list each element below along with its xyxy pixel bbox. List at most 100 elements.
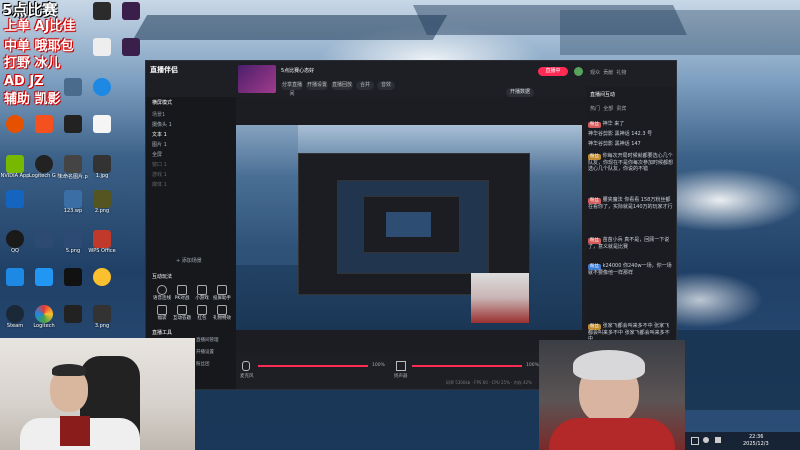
wp-file-icon[interactable]: 123.wp — [58, 190, 88, 214]
overlay-jungle: 打野 冰儿 — [4, 56, 61, 71]
desktop-icon[interactable] — [29, 115, 59, 133]
preview-webcam — [471, 273, 529, 323]
clock-date[interactable]: 2025/12/3 — [743, 441, 769, 447]
tool-minigame[interactable]: 小游戏 — [192, 285, 212, 301]
source-item[interactable]: 文本 1 — [152, 131, 232, 139]
nvidia-app-icon[interactable]: NVIDIA App — [0, 155, 30, 179]
webcam-feed-left — [0, 338, 195, 450]
mode-selector[interactable]: 横屏模式 — [152, 99, 172, 106]
overlay-mid-lane: 中单 哦耶包 — [4, 39, 74, 54]
preview-desktop-icons — [236, 125, 298, 265]
desktop-icon[interactable] — [58, 268, 88, 286]
merge-button[interactable]: 合并 — [356, 81, 374, 90]
chat-message: 神华谷剪影 黑神话 142.3 号 — [588, 131, 653, 137]
replay-button[interactable]: 直播回放 — [331, 81, 353, 90]
tool-quiz[interactable]: 互动答题 — [172, 305, 192, 321]
nested-canvas — [337, 180, 489, 274]
speaker-icon[interactable] — [396, 361, 406, 371]
audience-tabs[interactable]: 观众 贡献 礼物 — [590, 69, 626, 76]
app-logo: 直播伴侣 — [150, 66, 178, 74]
tools-header: 互动玩法 — [152, 274, 173, 280]
tool-redpacket[interactable]: 红包 — [192, 305, 212, 321]
chat-message: 神华谷剪影 黑神话 147 — [588, 141, 641, 147]
logitech-icon[interactable]: Logitech — [29, 305, 59, 329]
settings-button[interactable]: 开播设置 — [306, 81, 328, 90]
live-title[interactable]: 5点比赛心态好 — [281, 67, 314, 74]
live-status-badge[interactable]: 直播中 — [538, 67, 568, 76]
avatar[interactable] — [574, 67, 583, 76]
desktop-icon[interactable] — [0, 115, 30, 133]
desktop-icon[interactable] — [29, 230, 59, 248]
desktop-icon[interactable] — [116, 2, 146, 20]
mic-icon[interactable] — [242, 361, 250, 371]
shield-app-icon[interactable] — [0, 190, 30, 208]
image-file-icon[interactable]: 未命名图片.png — [58, 155, 88, 180]
desktop-icon[interactable] — [87, 115, 117, 133]
mic-volume-slider[interactable] — [258, 365, 368, 367]
tool-gift-effects[interactable]: 礼物特效 — [212, 305, 232, 321]
tool-voice[interactable]: 语音连线 — [152, 285, 172, 301]
image-file-icon[interactable]: 2.png — [87, 190, 117, 214]
source-item[interactable]: 全屏 — [152, 151, 232, 159]
chevron-up-icon[interactable] — [691, 437, 699, 445]
source-item[interactable]: 游戏 1 — [152, 171, 232, 179]
overlay-top-lane: 上单 AJ比佳 — [4, 19, 76, 34]
source-item[interactable]: 摄像头 1 — [152, 121, 232, 129]
desktop-icon[interactable] — [87, 2, 117, 20]
desktop-icon[interactable] — [58, 115, 88, 133]
volume-icon[interactable] — [715, 437, 721, 443]
taskbar-tray: 22:36 2025/12/3 — [685, 432, 800, 450]
audio-controls: 麦克风 100% 扬声器 100% — [236, 353, 586, 389]
quick-tool[interactable]: 粉丝团 — [196, 361, 210, 367]
steam-icon[interactable]: Steam — [0, 305, 30, 329]
quick-tool[interactable]: 直播间管理 — [196, 337, 219, 343]
desktop-icon[interactable] — [58, 78, 88, 96]
nvidia-icon — [6, 155, 24, 173]
logitech-ghub-icon[interactable]: Logitech G HUB — [29, 155, 59, 179]
desktop-icon[interactable] — [87, 268, 117, 286]
webcam-feed-right — [539, 340, 685, 450]
red-shirt — [549, 418, 675, 450]
source-item[interactable]: 图片 1 — [152, 141, 232, 149]
chat-subtabs[interactable]: 热门 全部 贵宾 — [590, 105, 626, 112]
wps-office-icon[interactable]: WPS Office — [87, 230, 117, 254]
desktop-icon[interactable] — [87, 38, 117, 56]
quick-tools-header: 直播工具 — [152, 330, 173, 336]
sound-effect-button[interactable]: 音效 — [377, 81, 395, 90]
qq-icon[interactable]: QQ — [0, 230, 30, 254]
quick-tool[interactable]: 开播设置 — [196, 349, 214, 355]
desktop-icon[interactable] — [116, 38, 146, 56]
chat-message: 粉丝 你每次开局时候就都要选心几个队友，你现在不是你每次参加时候都想选心几个队友… — [588, 153, 674, 172]
image-file-icon[interactable]: 1.jpg — [87, 155, 117, 179]
speaker-volume-slider[interactable] — [412, 365, 522, 367]
stream-preview[interactable] — [236, 125, 582, 330]
overlay-adc: AD JZ — [4, 74, 44, 89]
network-icon[interactable] — [703, 437, 709, 443]
overlay-title: 5点比赛 — [2, 1, 58, 19]
desktop-icon[interactable] — [58, 305, 88, 323]
image-file-icon[interactable]: 5.png — [58, 230, 88, 254]
stats-button[interactable]: 开播数据 — [506, 88, 534, 97]
image-file-icon[interactable]: 3.png — [87, 305, 117, 329]
tool-luckybag[interactable]: 福袋 — [152, 305, 172, 321]
tool-cast[interactable]: 投屏助手 — [212, 285, 232, 301]
chat-message: 粉丝 神华 来了 — [588, 121, 625, 128]
share-button[interactable]: 分享直播间 — [281, 81, 303, 97]
tool-pk[interactable]: PK对战 — [172, 285, 192, 301]
desktop-icon[interactable] — [29, 268, 59, 286]
chat-message: 粉丝 腰夹魔法 你看看 158万粉丝都在看你了，实际就是140万的玩家才行 — [588, 197, 673, 210]
overlay-support: 辅助 凯影 — [4, 92, 61, 107]
source-item[interactable]: 窗口 1 — [152, 161, 232, 169]
perf-stats: 码率 5300kb · FPS 60 · CPU 25% · 内存 42% — [446, 380, 532, 385]
chat-message: 粉丝 k24000 你240w一场，你一场就不要像他一样那样 — [588, 263, 672, 276]
scene-title[interactable]: 场景1 — [152, 111, 165, 118]
clock-time[interactable]: 22:36 — [749, 434, 763, 440]
chat-header: 直播间互动 — [590, 92, 616, 98]
kugou-icon[interactable] — [87, 78, 117, 96]
chat-message: 粉丝 苗苗小兵 真不是，回顾一下说了，意义就是比赛 — [588, 237, 670, 250]
source-item[interactable]: 媒体 1 — [152, 181, 232, 189]
desktop-icon[interactable] — [0, 268, 30, 286]
nested-canvas-inner — [363, 196, 460, 253]
add-scene-button[interactable]: + 添加场景 — [176, 257, 202, 264]
stream-cover-thumbnail[interactable] — [238, 65, 276, 93]
